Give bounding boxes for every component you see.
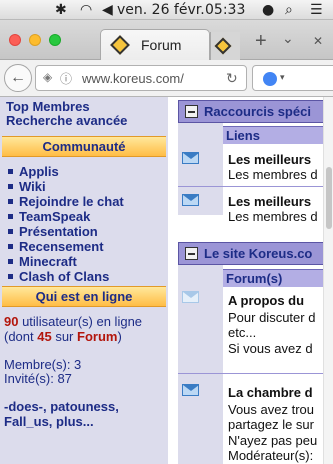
message-icon <box>182 152 199 164</box>
communaute-header: Communauté <box>2 136 166 157</box>
row-description: Pour discuter d <box>228 310 316 325</box>
new-tab-button[interactable]: + <box>255 30 267 53</box>
list-item[interactable]: Rejoindre le chat <box>8 194 124 209</box>
panel-title: Raccourcis spéci <box>204 104 311 119</box>
online-text: (dont <box>4 329 38 344</box>
bluetooth-icon[interactable]: ✱ <box>55 2 67 18</box>
search-engine-icon <box>263 72 277 86</box>
row-description: etc... <box>228 325 257 340</box>
scrollbar-thumb[interactable] <box>326 167 332 229</box>
members-count: Membre(s): 3 <box>4 357 82 372</box>
message-icon <box>182 384 199 396</box>
left-sidebar: Top Membres Recherche avancée Communauté… <box>0 97 168 464</box>
navigation-bar: ← ◈ ⓘ www.koreus.com/ ↻ ▾ <box>0 60 333 97</box>
tab-list-dropdown-icon[interactable]: ⌄ <box>282 30 294 47</box>
online-members-list[interactable]: -does-, patouness, <box>4 399 119 414</box>
reload-icon[interactable]: ↻ <box>226 70 238 87</box>
time-label[interactable]: 05:33 <box>205 2 245 18</box>
row-title[interactable]: Les meilleurs <box>228 194 323 209</box>
vertical-scrollbar[interactable] <box>323 97 333 464</box>
page-info-icon[interactable]: ⓘ <box>60 70 72 87</box>
page-content: Top Membres Recherche avancée Communauté… <box>0 97 333 464</box>
online-summary: 90 utilisateur(s) en ligne (dont 45 sur … <box>4 314 168 344</box>
guests-count: Invité(s): 87 <box>4 371 72 386</box>
tab-strip: Forum + ⌄ ✕ <box>0 20 333 61</box>
online-count: 90 <box>4 314 19 329</box>
row-description: Si vous avez d <box>228 341 313 356</box>
tab-forum[interactable]: Forum <box>100 29 210 61</box>
panel-title: Le site Koreus.co <box>204 246 313 261</box>
wifi-icon[interactable]: ◠ <box>80 2 92 18</box>
row-title[interactable]: A propos du <box>228 293 323 308</box>
online-members-more[interactable]: Fall_us, plus... <box>4 414 94 429</box>
online-header: Qui est en ligne <box>2 286 166 307</box>
koreus-favicon-icon <box>110 35 130 55</box>
collapse-icon[interactable] <box>185 105 198 118</box>
row-description: partagez le sur <box>228 417 314 432</box>
row-description: Vous avez trou <box>228 402 314 417</box>
spotlight-icon[interactable]: ⌕ <box>285 2 293 18</box>
online-text: utilisateur(s) en ligne <box>18 314 143 329</box>
list-item[interactable]: Minecraft <box>8 254 124 269</box>
advanced-search-link[interactable]: Recherche avancée <box>6 113 127 128</box>
row-title[interactable]: Les meilleurs <box>228 152 323 167</box>
list-item[interactable]: TeamSpeak <box>8 209 124 224</box>
url-bar[interactable]: ◈ ⓘ www.koreus.com/ <box>35 65 247 91</box>
raccourcis-panel-header: Raccourcis spéci <box>178 100 323 123</box>
online-text: sur <box>51 329 78 344</box>
row-divider <box>178 373 323 374</box>
koreus-favicon-icon <box>214 37 232 55</box>
list-item[interactable]: Clash of Clans <box>8 269 124 284</box>
online-text: ) <box>117 329 122 344</box>
list-item[interactable]: Wiki <box>8 179 124 194</box>
row-divider <box>178 186 323 187</box>
minimize-window-button[interactable] <box>29 34 41 46</box>
communaute-list: Applis Wiki Rejoindre le chat TeamSpeak … <box>8 164 124 284</box>
url-text[interactable]: www.koreus.com/ <box>82 71 184 86</box>
forum-link[interactable]: Forum <box>77 329 117 344</box>
zoom-window-button[interactable] <box>49 34 61 46</box>
list-item[interactable]: Présentation <box>8 224 124 239</box>
search-box[interactable]: ▾ <box>252 65 333 91</box>
close-window-button[interactable] <box>9 34 21 46</box>
message-icon <box>182 291 199 303</box>
message-icon <box>182 194 199 206</box>
user-icon[interactable]: ● <box>262 2 274 18</box>
site-panel-header: Le site Koreus.co <box>178 242 323 265</box>
close-tab-button[interactable]: ✕ <box>313 34 323 48</box>
collapse-icon[interactable] <box>185 247 198 260</box>
list-item[interactable]: Applis <box>8 164 124 179</box>
search-dropdown-icon[interactable]: ▾ <box>280 72 285 83</box>
row-description: Modérateur(s): <box>228 448 314 463</box>
row-description: Les membres d <box>228 209 318 224</box>
row-description: Les membres d <box>228 167 318 182</box>
list-item[interactable]: Recensement <box>8 239 124 254</box>
tab-title: Forum <box>141 37 182 53</box>
tab-secondary[interactable] <box>210 32 240 60</box>
menu-bar: ✱ ◠ ◀ ven. 26 févr. 05:33 ● ⌕ ☰ <box>0 0 333 20</box>
date-label[interactable]: ven. 26 févr. <box>117 2 205 18</box>
back-arrow-icon: ← <box>10 69 26 86</box>
column-header: Liens <box>223 126 323 144</box>
back-button[interactable]: ← <box>4 64 32 92</box>
online-forum-count: 45 <box>37 329 52 344</box>
main-content: Raccourcis spéci Liens Les meilleurs Les… <box>168 97 323 464</box>
column-header: Forum(s) <box>223 269 323 287</box>
row-title[interactable]: La chambre d <box>228 385 323 400</box>
top-members-link[interactable]: Top Membres <box>6 99 90 114</box>
shield-icon[interactable]: ◈ <box>43 70 52 84</box>
row-description: N'ayez pas peu <box>228 433 318 448</box>
notification-center-icon[interactable]: ☰ <box>310 2 323 18</box>
volume-icon[interactable]: ◀ <box>102 2 113 18</box>
